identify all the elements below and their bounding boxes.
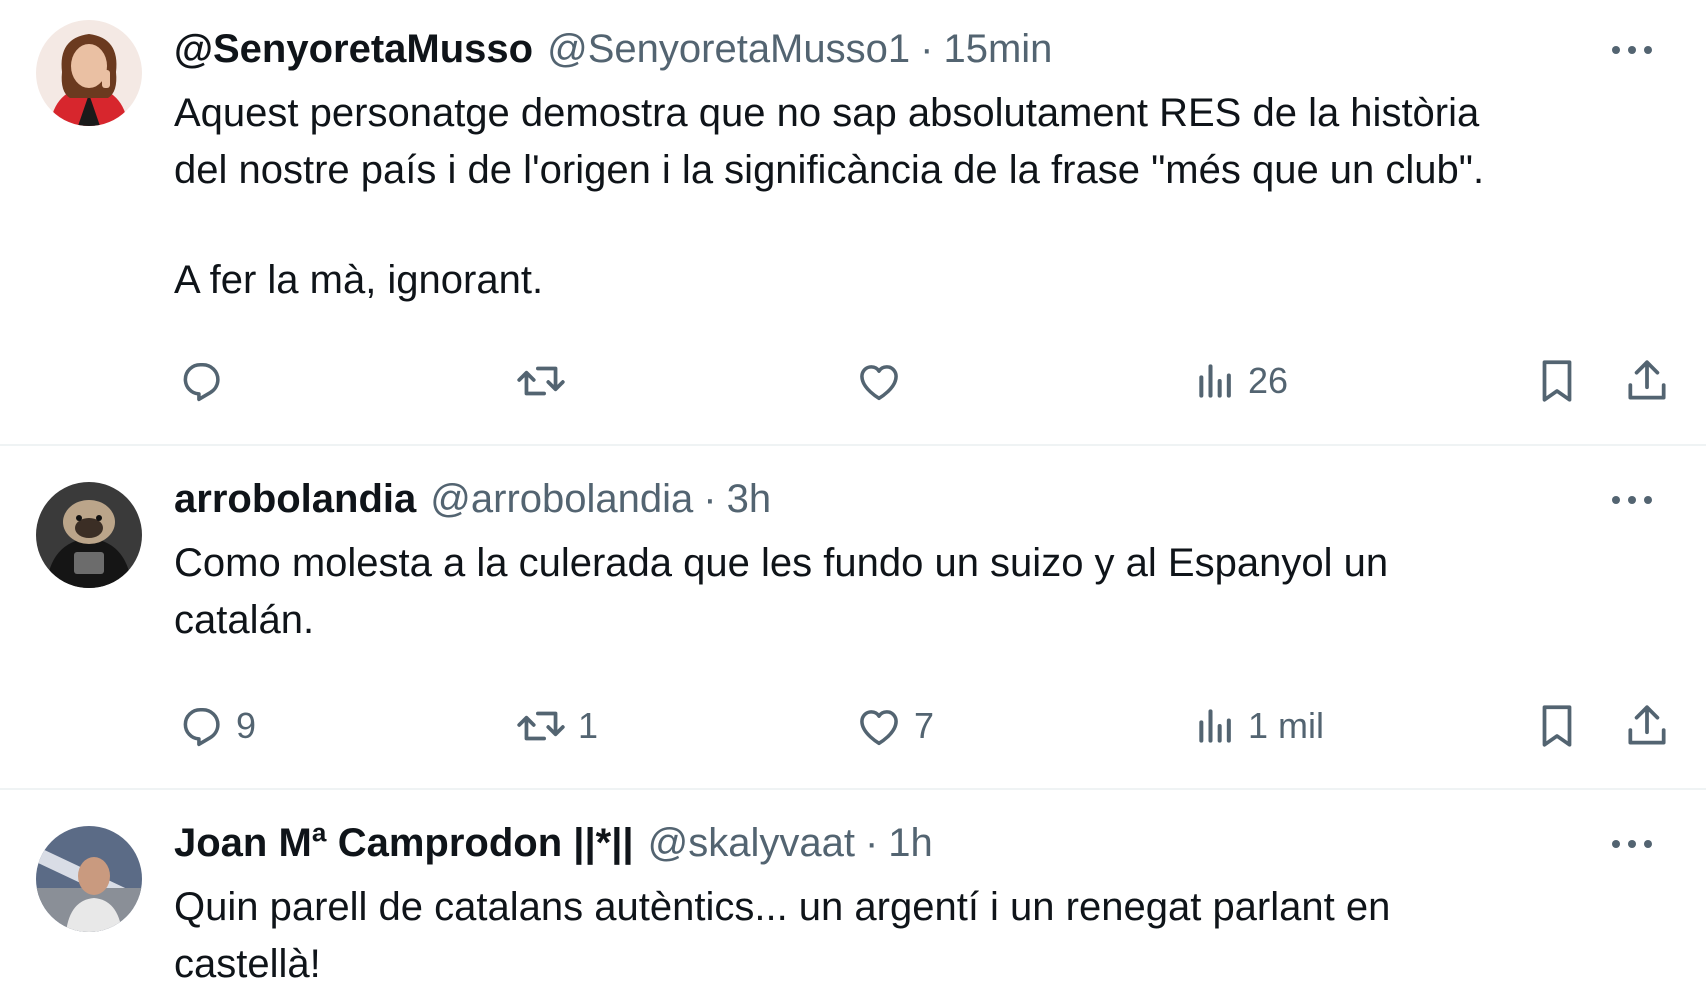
views-count: 1 mil — [1248, 705, 1325, 746]
like-icon — [860, 365, 898, 401]
more-icon — [1612, 46, 1652, 54]
tweet-text-line: castellà! — [174, 942, 321, 986]
more-icon — [1612, 840, 1652, 848]
reply-button[interactable] — [176, 353, 226, 409]
tweet[interactable]: arrobolandia @arrobolandia · 3h Como mol… — [0, 446, 1706, 788]
separator: · — [864, 820, 879, 865]
more-button[interactable] — [1602, 30, 1662, 70]
bookmark-button[interactable] — [1534, 353, 1580, 409]
bookmark-icon — [1542, 705, 1572, 747]
tweet[interactable]: @SenyoretaMusso @SenyoretaMusso1 · 15min… — [0, 0, 1706, 444]
timestamp[interactable]: 3h — [727, 477, 772, 522]
retweet-button[interactable] — [514, 353, 568, 409]
separator: · — [920, 26, 934, 71]
more-button[interactable] — [1602, 824, 1662, 864]
retweet-icon — [517, 366, 565, 396]
bookmark-button[interactable] — [1534, 698, 1580, 754]
like-count: 7 — [914, 705, 935, 746]
tweet-text-line: del nostre país i de l'origen i la signi… — [174, 148, 1485, 192]
more-button[interactable] — [1602, 480, 1662, 520]
display-name[interactable]: Joan Mª Camprodon ||*|| — [174, 821, 634, 866]
reply-icon — [183, 707, 220, 747]
tweet-text-line: Como molesta a la culerada que les fundo… — [174, 541, 1389, 585]
like-button[interactable]: 7 — [854, 698, 934, 754]
views-icon — [1199, 364, 1231, 398]
retweet-count: 1 — [578, 705, 599, 746]
user-handle[interactable]: @skalyvaat — [648, 821, 855, 866]
display-name[interactable]: arrobolandia — [174, 477, 416, 522]
share-button[interactable] — [1624, 353, 1670, 409]
retweet-button[interactable]: 1 — [514, 698, 598, 754]
reply-icon — [183, 362, 220, 402]
views-button[interactable]: 1 mil — [1194, 698, 1324, 754]
user-handle[interactable]: @arrobolandia — [430, 477, 693, 522]
avatar[interactable] — [36, 826, 142, 932]
share-icon — [1628, 360, 1666, 400]
tweet-text-line: Quin parell de catalans autèntics... un … — [174, 885, 1391, 929]
bookmark-icon — [1542, 360, 1572, 402]
user-handle[interactable]: @SenyoretaMusso1 — [547, 27, 910, 72]
avatar[interactable] — [36, 20, 142, 126]
display-name[interactable]: @SenyoretaMusso — [174, 27, 533, 72]
retweet-icon — [517, 711, 565, 741]
separator: · — [703, 476, 717, 521]
tweet-text-line: A fer la mà, ignorant. — [174, 258, 544, 302]
tweet-text-line: Aquest personatge demostra que no sap ab… — [174, 91, 1480, 135]
like-icon — [860, 710, 898, 746]
share-icon — [1628, 705, 1666, 745]
tweet[interactable]: Joan Mª Camprodon ||*|| @skalyvaat · 1h … — [0, 790, 1706, 1004]
views-icon — [1199, 709, 1231, 743]
views-count: 26 — [1248, 360, 1289, 401]
timestamp[interactable]: 15min — [943, 27, 1052, 72]
tweet-text-line: catalán. — [174, 598, 315, 642]
reply-button[interactable]: 9 — [176, 698, 256, 754]
more-icon — [1612, 496, 1652, 504]
like-button[interactable] — [854, 353, 904, 409]
reply-count: 9 — [236, 705, 257, 746]
avatar[interactable] — [36, 482, 142, 588]
views-button[interactable]: 26 — [1194, 353, 1288, 409]
timestamp[interactable]: 1h — [888, 821, 933, 866]
share-button[interactable] — [1624, 698, 1670, 754]
